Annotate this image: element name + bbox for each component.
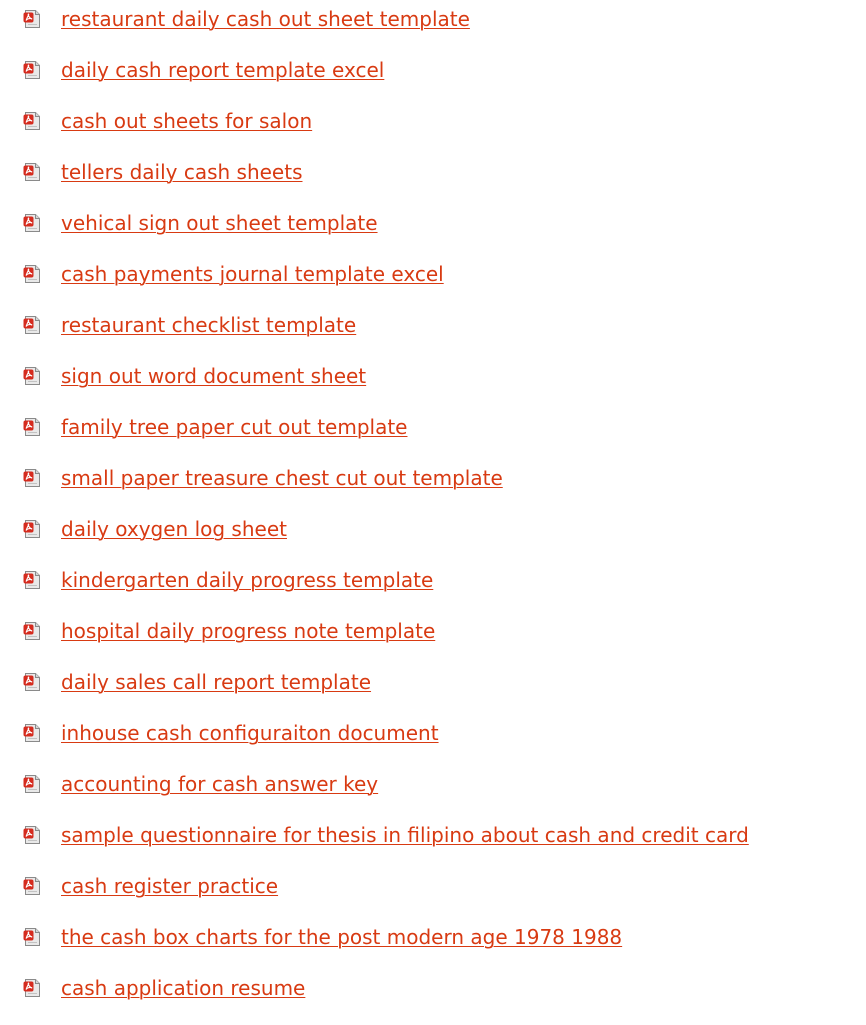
list-item: inhouse cash configuraiton document [23,714,866,765]
pdf-file-icon [23,571,40,589]
pdf-file-icon [23,214,40,232]
list-item: sample questionnaire for thesis in filip… [23,816,866,867]
list-item: sign out word document sheet [23,357,866,408]
list-item: cash register practice [23,867,866,918]
document-link[interactable]: daily cash report template excel [61,57,384,83]
document-link[interactable]: the cash box charts for the post modern … [61,924,622,950]
document-link[interactable]: family tree paper cut out template [61,414,407,440]
pdf-file-icon [23,469,40,487]
document-link[interactable]: inhouse cash configuraiton document [61,720,439,746]
list-item: vehical sign out sheet template [23,204,866,255]
document-link[interactable]: cash out sheets for salon [61,108,312,134]
list-item: the cash box charts for the post modern … [23,918,866,969]
pdf-file-icon [23,520,40,538]
pdf-file-icon [23,775,40,793]
pdf-file-icon [23,877,40,895]
pdf-file-icon [23,928,40,946]
document-link[interactable]: restaurant daily cash out sheet template [61,6,470,32]
pdf-file-icon [23,265,40,283]
document-link[interactable]: restaurant checklist template [61,312,356,338]
list-item: restaurant checklist template [23,306,866,357]
document-link[interactable]: cash register practice [61,873,278,899]
document-link[interactable]: hospital daily progress note template [61,618,435,644]
pdf-file-icon [23,622,40,640]
pdf-file-icon [23,10,40,28]
document-link[interactable]: accounting for cash answer key [61,771,378,797]
pdf-file-icon [23,826,40,844]
pdf-file-icon [23,724,40,742]
list-item: accounting for cash answer key [23,765,866,816]
document-link[interactable]: cash application resume [61,975,305,1001]
document-link[interactable]: cash payments journal template excel [61,261,444,287]
document-link[interactable]: daily oxygen log sheet [61,516,287,542]
list-item: tellers daily cash sheets [23,153,866,204]
list-item: restaurant daily cash out sheet template [23,0,866,51]
list-item: daily sales call report template [23,663,866,714]
pdf-file-icon [23,316,40,334]
document-link[interactable]: tellers daily cash sheets [61,159,303,185]
list-item: family tree paper cut out template [23,408,866,459]
document-link-list: restaurant daily cash out sheet template… [23,0,866,1020]
pdf-file-icon [23,61,40,79]
list-item: cash application resume [23,969,866,1020]
document-link[interactable]: daily sales call report template [61,669,371,695]
list-item: hospital daily progress note template [23,612,866,663]
list-item: cash payments journal template excel [23,255,866,306]
document-link[interactable]: sign out word document sheet [61,363,366,389]
document-link[interactable]: sample questionnaire for thesis in filip… [61,822,749,848]
pdf-file-icon [23,367,40,385]
list-item: daily oxygen log sheet [23,510,866,561]
pdf-file-icon [23,112,40,130]
document-link[interactable]: vehical sign out sheet template [61,210,378,236]
pdf-file-icon [23,979,40,997]
pdf-file-icon [23,163,40,181]
pdf-file-icon [23,673,40,691]
list-item: cash out sheets for salon [23,102,866,153]
list-item: daily cash report template excel [23,51,866,102]
list-item: small paper treasure chest cut out templ… [23,459,866,510]
document-link[interactable]: kindergarten daily progress template [61,567,433,593]
pdf-file-icon [23,418,40,436]
list-item: kindergarten daily progress template [23,561,866,612]
document-link[interactable]: small paper treasure chest cut out templ… [61,465,503,491]
